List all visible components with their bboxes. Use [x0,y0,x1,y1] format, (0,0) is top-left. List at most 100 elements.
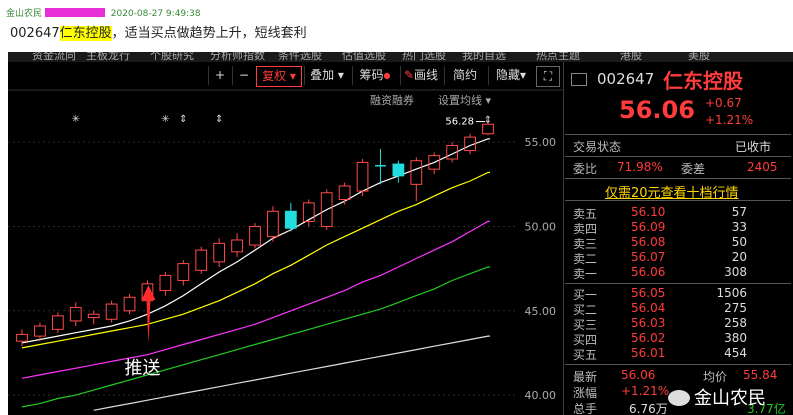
ask-vol: 308 [724,265,747,279]
candle [16,329,28,347]
bid-price: 56.02 [631,331,666,345]
ask-price: 56.08 [631,235,666,249]
ask-row: 卖一 56.06 308 [565,265,791,281]
ask-vol: 50 [731,235,747,249]
status-label: 交易状态 [573,140,622,154]
ask-price: 56.09 [631,220,666,234]
candle [105,300,118,323]
panel-stock-code: 002647 [597,70,655,88]
latest-value: 56.06 [621,368,656,382]
ten-levels-link[interactable]: 仅需20元查看十档行情 [605,182,739,201]
bid-vol: 275 [724,301,747,315]
candle-body [356,161,369,192]
push-annotation: 推送 [124,358,160,379]
menu-item[interactable]: 美股 [688,52,710,62]
stock-name-highlight: 仁东控股 [59,26,112,41]
candle-body [231,239,243,253]
post-header: 金山农民 2020-08-27 9:49:38 002647仁东控股，适当买点做… [0,0,793,52]
status-value: 已收市 [735,140,772,154]
candle [69,302,82,326]
ma-line [21,266,490,408]
divider [565,283,791,284]
ma-lines [21,138,490,411]
candle-body [16,333,28,342]
ask-row: 卖三 56.08 50 [565,235,791,251]
divider [565,364,791,365]
candle-body [410,160,423,185]
candle [177,260,190,286]
ask-price: 56.10 [631,205,666,219]
candle [51,312,64,333]
candle-body [338,185,351,201]
ma-line [21,171,490,349]
redacted-block [44,8,105,17]
trading-terminal: 资金流向 主板龙行 个股研究 分析师指数 条件选股 估值选股 热门选股 我的自选… [8,52,793,415]
price-change-pct: +1.21% [705,113,754,127]
latest-label: 最新 [573,370,598,384]
bid-vol: 1506 [716,286,747,300]
bid-price: 56.05 [631,286,666,300]
watermark: 金山农民 [668,384,766,410]
weicha-label: 委差 [681,162,706,176]
divider [565,178,791,179]
candle [375,148,386,185]
ask-row: 卖四 56.09 33 [565,220,791,236]
event-marker-icon: ⇕ [179,114,187,125]
total-value: 6.76万 [629,402,668,415]
candle-body [105,303,118,320]
pct-label: 涨幅 [573,386,598,400]
candle [213,238,226,267]
ask-row: 卖二 56.07 20 [565,250,791,266]
y-tick-label: 45.00 [525,305,557,318]
ask-vol: 57 [731,205,747,219]
candle-body [392,163,405,177]
bid-row: 买二 56.04 275 [565,301,791,317]
bid-label: 买五 [573,348,598,362]
bid-vol: 258 [724,316,747,330]
post-comment: ，适当买点做趋势上升，短线套利 [111,26,307,41]
kline-chart[interactable]: 55.00 50.00 45.00 40.00 ✳ ✳ ⇕ ⇕ ⇕ 56.28 推送 [8,52,563,415]
candle-body [69,306,82,322]
high-price-label: 56.28 [445,117,474,128]
event-markers: ✳ ✳ ⇕ ⇕ ⇕ [72,114,493,126]
bid-price: 56.04 [631,301,666,315]
total-label: 总手 [573,402,598,415]
price-change: +0.67 [705,96,742,110]
bid-row: 买五 56.01 454 [565,346,791,362]
weibi-label: 委比 [573,162,598,176]
divider [565,156,791,157]
quote-panel: 002647 仁东控股 56.06 +0.67 +1.21% 交易状态 已收市 … [565,62,793,415]
divider [565,200,791,201]
candle [284,202,297,232]
author-name[interactable]: 金山农民 [6,9,42,19]
candle-body [51,315,64,330]
last-price: 56.06 [619,96,695,124]
y-tick-label: 50.00 [525,220,557,233]
ask-price: 56.06 [631,265,666,279]
candle [123,293,136,315]
ma-line [21,138,490,344]
trade-status-row: 交易状态 已收市 [565,138,791,154]
event-marker-icon: ⇕ [215,114,223,125]
candle [231,233,243,257]
menu-item[interactable]: 港股 [620,52,642,62]
event-marker-icon: ✳ [72,114,80,125]
grid-icon[interactable] [571,73,587,86]
push-arrow-icon [141,285,156,344]
event-marker-icon: ⇕ [484,115,492,126]
candle [338,182,351,205]
candles [16,120,494,347]
bid-row: 买三 56.03 258 [565,316,791,332]
divider [565,134,791,135]
panel-stock-name: 仁东控股 [663,69,743,93]
ask-label: 卖一 [573,267,598,281]
candle-body [159,274,172,292]
bid-price: 56.01 [631,346,666,360]
stock-code: 002647 [10,26,60,41]
post-message: 002647仁东控股，适当买点做趋势上升，短线套利 [10,22,307,41]
candle-body [123,296,136,312]
ask-vol: 20 [731,250,747,264]
candle-body [267,210,279,238]
latest-row: 最新 56.06 均价 55.84 [565,368,791,384]
avg-label: 均价 [703,370,728,384]
